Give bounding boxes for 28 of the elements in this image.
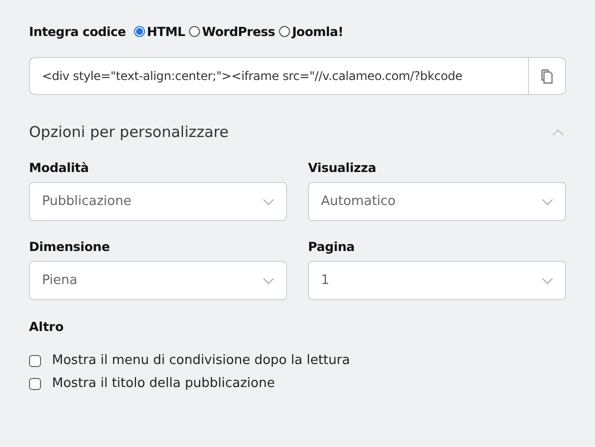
format-radio[interactable]: Joomla!: [279, 24, 344, 38]
select-field[interactable]: Automatico: [308, 182, 566, 221]
embed-code-field[interactable]: <div style="text-align:center;"><iframe src="//v.calameo.com/?bkcode: [29, 57, 528, 95]
radio-icon[interactable]: [134, 26, 145, 36]
checkbox-label[interactable]: Mostra il menu di condivisione dopo la lettura: [52, 353, 350, 368]
format-radio[interactable]: WordPress: [189, 24, 276, 38]
select-field[interactable]: Pubblicazione: [29, 182, 287, 221]
field-label: Visualizza: [308, 160, 378, 175]
checkbox[interactable]: [29, 354, 41, 366]
select-field[interactable]: Piena: [29, 261, 287, 300]
section-title: Opzioni per personalizzare: [29, 123, 229, 141]
field-label: Altro: [29, 319, 65, 334]
chevron-down-icon: [263, 198, 274, 204]
copy-button[interactable]: [528, 57, 566, 95]
field-label: Pagina: [308, 239, 356, 254]
radio-icon[interactable]: [189, 26, 200, 36]
field-label: Dimensione: [29, 239, 111, 254]
chevron-down-icon: [542, 198, 553, 204]
chevron-down-icon: [542, 278, 553, 284]
field-label: Modalità: [29, 160, 90, 175]
format-radio[interactable]: HTML: [134, 24, 186, 38]
copy-icon: [541, 68, 553, 84]
checkbox-label[interactable]: Mostra il titolo della pubblicazione: [52, 376, 275, 391]
chevron-down-icon: [263, 278, 274, 284]
select-field[interactable]: 1: [308, 261, 566, 300]
radio-icon[interactable]: [279, 26, 290, 36]
checkbox[interactable]: [29, 378, 41, 390]
embed-label: Integra codice: [29, 24, 126, 38]
